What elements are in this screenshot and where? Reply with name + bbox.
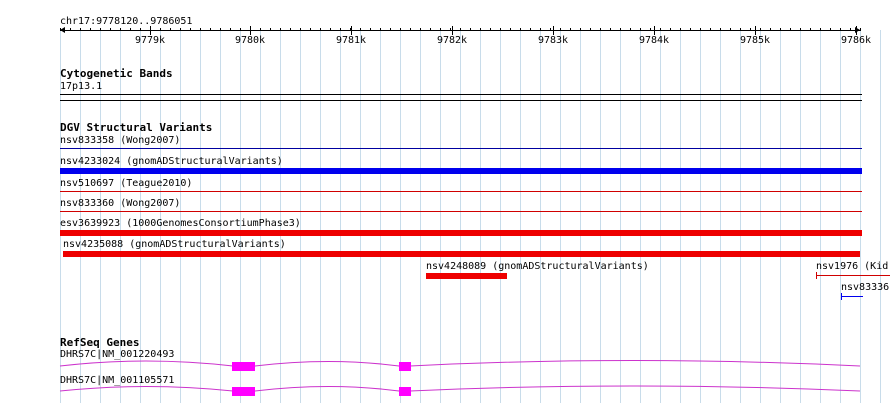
transcript-exon	[232, 387, 255, 396]
transcript-intron	[59, 360, 861, 367]
transcript-exon	[232, 362, 255, 371]
genome-browser-view[interactable]: chr17:9778120..9786051 9779k 9780k 9781k 97…	[0, 0, 890, 403]
transcript-models[interactable]	[0, 0, 890, 403]
transcript-intron	[59, 385, 861, 392]
transcript-exon	[399, 362, 411, 371]
transcript-exon	[399, 387, 411, 396]
